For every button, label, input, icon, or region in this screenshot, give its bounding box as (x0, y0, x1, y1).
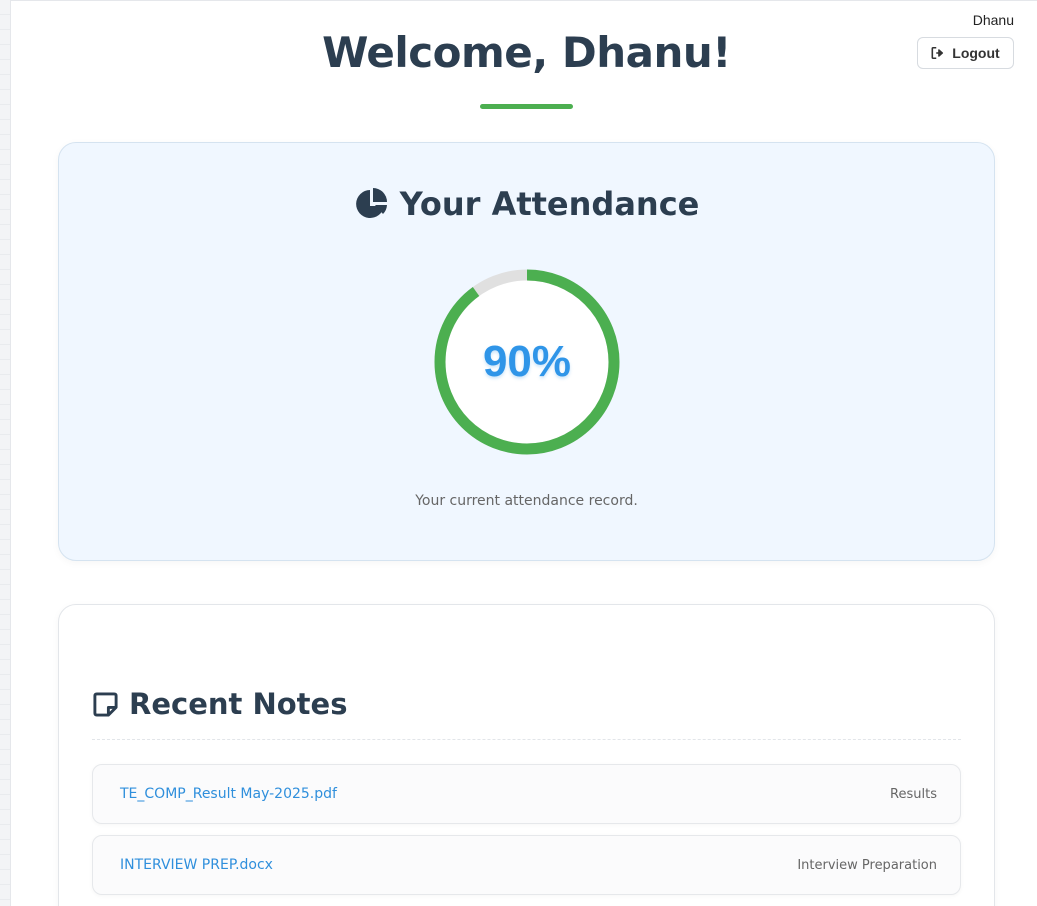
list-item[interactable]: INTERVIEW PREP.docx Interview Preparatio… (92, 835, 961, 895)
attendance-percent: 90% (482, 337, 572, 386)
welcome-heading: Welcome, Dhanu! (322, 28, 731, 77)
notes-title: Recent Notes (92, 687, 347, 721)
note-category: Results (890, 786, 937, 802)
left-scroll-rail (0, 0, 11, 906)
sticky-note-icon (93, 691, 118, 717)
note-category: Interview Preparation (797, 857, 937, 873)
note-link[interactable]: INTERVIEW PREP.docx (120, 857, 273, 873)
list-item[interactable]: TE_COMP_Result May-2025.pdf Results (92, 764, 961, 824)
chart-pie-icon (355, 188, 387, 218)
attendance-title-text: Your Attendance (399, 185, 700, 223)
attendance-title: Your Attendance (59, 185, 994, 223)
note-link[interactable]: TE_COMP_Result May-2025.pdf (120, 786, 337, 802)
attendance-card: Your Attendance 90% Your current attenda… (58, 142, 995, 561)
page: Dhanu Logout Welcome, Dhanu! Your Attend… (0, 0, 1037, 906)
top-border (11, 0, 1037, 1)
notes-divider (92, 739, 961, 740)
notes-card: Recent Notes TE_COMP_Result May-2025.pdf… (58, 604, 995, 906)
user-name: Dhanu (972, 12, 1014, 28)
welcome-underline (480, 104, 573, 109)
notes-title-text: Recent Notes (129, 687, 348, 721)
attendance-caption: Your current attendance record. (415, 493, 638, 509)
